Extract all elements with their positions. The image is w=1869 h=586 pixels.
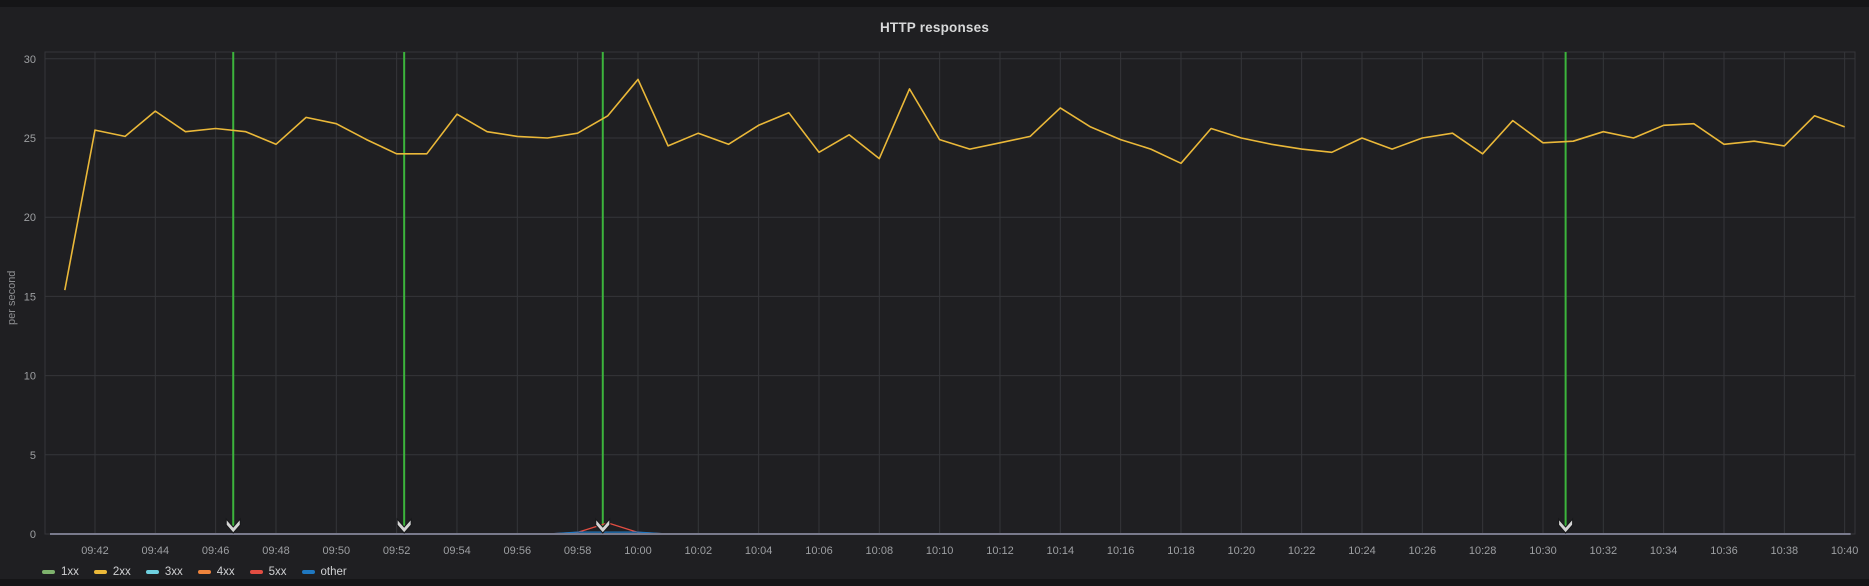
svg-text:10:06: 10:06 (805, 545, 833, 557)
chart-canvas[interactable]: 05101520253009:4209:4409:4609:4809:5009:… (0, 7, 1869, 586)
svg-text:10:24: 10:24 (1348, 545, 1376, 557)
legend-label: other (321, 566, 347, 578)
legend-label: 3xx (165, 566, 183, 578)
svg-text:10:10: 10:10 (926, 545, 954, 557)
legend-swatch-icon (302, 570, 315, 574)
svg-text:25: 25 (24, 133, 36, 145)
svg-text:10:32: 10:32 (1590, 545, 1618, 557)
svg-text:10: 10 (24, 371, 36, 383)
legend-label: 1xx (61, 566, 79, 578)
legend-item-other[interactable]: other (302, 566, 347, 578)
svg-text:10:26: 10:26 (1409, 545, 1437, 557)
x-axis-tick-labels: 09:42 09:44 09:46 09:48 09:50 09:52 09:54 09:56… (81, 545, 1858, 557)
legend-swatch-icon (146, 570, 159, 574)
legend-label: 5xx (269, 566, 287, 578)
annotation-lines (233, 52, 1565, 531)
legend-swatch-icon (250, 570, 263, 574)
legend-swatch-icon (42, 570, 55, 574)
svg-text:09:46: 09:46 (202, 545, 230, 557)
svg-text:09:44: 09:44 (142, 545, 170, 557)
svg-text:09:52: 09:52 (383, 545, 411, 557)
svg-text:10:36: 10:36 (1710, 545, 1738, 557)
legend-swatch-icon (94, 570, 107, 574)
svg-text:09:54: 09:54 (443, 545, 471, 557)
svg-text:0: 0 (30, 529, 36, 541)
svg-text:09:56: 09:56 (504, 545, 532, 557)
svg-text:10:00: 10:00 (624, 545, 652, 557)
svg-text:09:42: 09:42 (81, 545, 109, 557)
series-2xx (65, 79, 1845, 290)
y-axis-tick-labels: 0 5 10 15 20 25 30 (24, 54, 36, 541)
svg-text:10:28: 10:28 (1469, 545, 1497, 557)
legend: 1xx 2xx 3xx 4xx 5xx other (42, 566, 347, 578)
legend-label: 4xx (217, 566, 235, 578)
svg-text:10:30: 10:30 (1529, 545, 1557, 557)
svg-text:10:22: 10:22 (1288, 545, 1316, 557)
legend-item-1xx[interactable]: 1xx (42, 566, 79, 578)
svg-text:10:08: 10:08 (866, 545, 894, 557)
svg-text:10:16: 10:16 (1107, 545, 1135, 557)
svg-text:30: 30 (24, 54, 36, 66)
svg-text:10:14: 10:14 (1047, 545, 1075, 557)
annotation-arrow-icons[interactable] (226, 519, 1572, 533)
svg-text:09:58: 09:58 (564, 545, 592, 557)
svg-text:20: 20 (24, 212, 36, 224)
legend-item-2xx[interactable]: 2xx (94, 566, 131, 578)
svg-text:5: 5 (30, 450, 36, 462)
legend-item-5xx[interactable]: 5xx (250, 566, 287, 578)
legend-label: 2xx (113, 566, 131, 578)
legend-item-4xx[interactable]: 4xx (198, 566, 235, 578)
svg-text:10:20: 10:20 (1228, 545, 1256, 557)
grid (45, 52, 1855, 534)
svg-text:09:48: 09:48 (262, 545, 290, 557)
svg-text:10:12: 10:12 (986, 545, 1014, 557)
svg-text:10:02: 10:02 (685, 545, 713, 557)
svg-text:09:50: 09:50 (323, 545, 351, 557)
svg-text:10:04: 10:04 (745, 545, 773, 557)
svg-text:10:38: 10:38 (1771, 545, 1799, 557)
svg-text:10:40: 10:40 (1831, 545, 1859, 557)
svg-text:10:34: 10:34 (1650, 545, 1678, 557)
legend-item-3xx[interactable]: 3xx (146, 566, 183, 578)
svg-text:10:18: 10:18 (1167, 545, 1195, 557)
graph-panel: HTTP responses per second 05101520253009… (0, 7, 1869, 579)
legend-swatch-icon (198, 570, 211, 574)
svg-text:15: 15 (24, 291, 36, 303)
series-5xx (65, 523, 1845, 534)
